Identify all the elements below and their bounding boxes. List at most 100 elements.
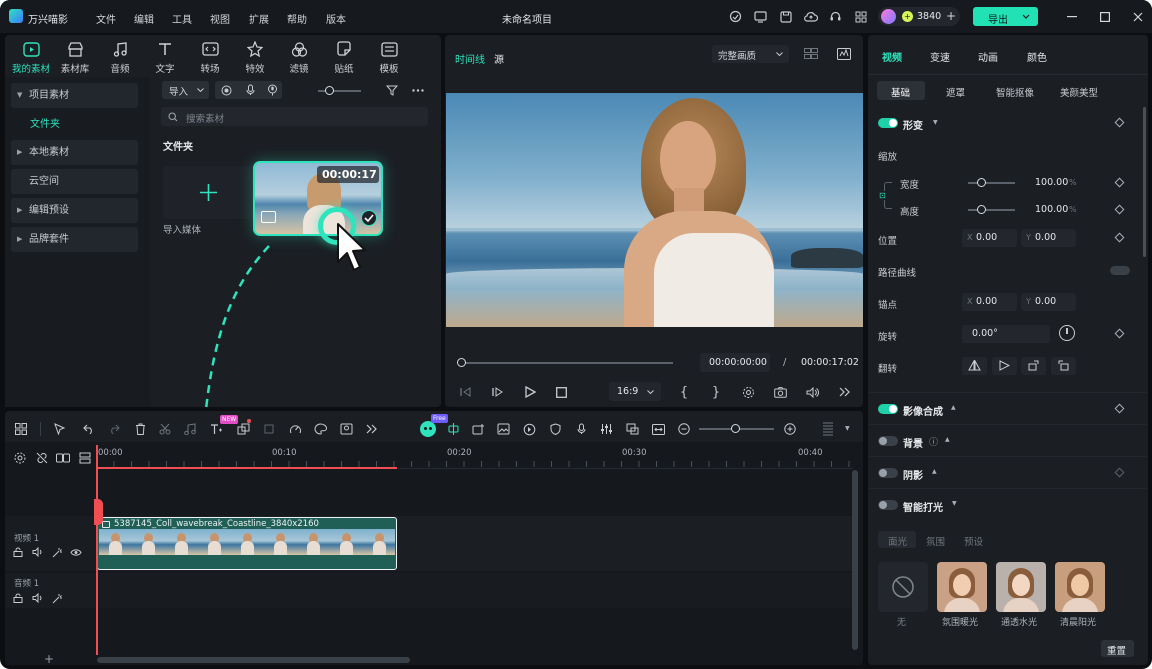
scene-detect-icon[interactable] [624, 421, 640, 437]
subtab-basic[interactable]: 基础 [877, 81, 925, 100]
grid-view-icon[interactable] [803, 46, 819, 61]
width-slider[interactable] [968, 182, 1015, 184]
aspect-ratio-select[interactable]: 16:9 [609, 382, 661, 401]
track-effect-icon[interactable] [49, 544, 65, 560]
record-voice-icon[interactable] [573, 421, 589, 437]
plus-icon[interactable]: + [946, 9, 956, 23]
voiceover-icon[interactable] [265, 83, 279, 97]
subtab-smart-cutout[interactable]: 智能抠像 [996, 85, 1034, 99]
shield-icon[interactable] [547, 421, 563, 437]
menu-extend[interactable]: 扩展 [249, 11, 269, 26]
position-x-field[interactable]: X 0.00 [962, 229, 1017, 247]
rotate-right-button[interactable] [1021, 357, 1046, 375]
menu-tools[interactable]: 工具 [172, 11, 192, 26]
preset-none[interactable] [878, 562, 928, 612]
rotate-left-button[interactable] [1051, 357, 1076, 375]
playback-progress-track[interactable] [461, 362, 673, 364]
width-slider-knob[interactable] [977, 178, 986, 187]
path-curve-toggle[interactable] [1110, 266, 1130, 275]
minimize-icon[interactable] [1064, 9, 1079, 24]
insert-track-icon[interactable] [470, 421, 486, 437]
mark-out-icon[interactable]: } [708, 384, 724, 400]
import-media-tile[interactable] [163, 166, 255, 219]
shadow-toggle[interactable] [878, 468, 898, 478]
more-icon[interactable] [411, 83, 425, 97]
monitor-icon[interactable] [753, 9, 768, 24]
audio-split-icon[interactable] [182, 421, 198, 437]
track-link-icon[interactable] [55, 450, 71, 466]
media-search[interactable]: 搜索素材 [161, 107, 428, 126]
tab-speed[interactable]: 变速 [930, 49, 950, 64]
quality-select[interactable]: 完整画质 [712, 45, 789, 63]
tab-animation[interactable]: 动画 [978, 49, 998, 64]
redo-icon[interactable] [106, 421, 122, 437]
tab-transition[interactable]: 转场 [188, 39, 232, 75]
record-icon[interactable] [219, 83, 233, 97]
unlink-icon[interactable] [34, 450, 50, 466]
preset-warm-ambient[interactable] [937, 562, 987, 612]
add-track-icon[interactable] [77, 450, 93, 466]
tab-text[interactable]: 文字 [143, 39, 187, 75]
microphone-icon[interactable] [243, 83, 257, 97]
light-tab-face[interactable]: 面光 [878, 531, 916, 548]
mark-in-icon[interactable]: { [676, 384, 692, 400]
cloud-upload-icon[interactable] [803, 9, 818, 24]
timeline-vertical-scrollbar[interactable] [852, 470, 858, 650]
menu-edit[interactable]: 编辑 [134, 11, 154, 26]
smart-light-toggle[interactable] [878, 500, 898, 510]
speed-icon[interactable] [287, 421, 303, 437]
caret-down-icon[interactable]: ▼ [952, 500, 957, 507]
timeline-horizontal-scrollbar[interactable] [97, 657, 410, 663]
help-icon[interactable]: ⓘ [929, 435, 938, 448]
search-input[interactable]: 搜索素材 [186, 111, 224, 125]
tree-edit-presets[interactable]: ▶ 编辑预设 [11, 198, 138, 223]
tab-audio[interactable]: 音频 [98, 39, 142, 75]
inspector-scrollbar[interactable] [1143, 107, 1146, 257]
playback-progress-knob[interactable] [457, 358, 466, 367]
preset-clear-water[interactable] [996, 562, 1046, 612]
snapshot-icon[interactable] [772, 384, 788, 400]
transform-toggle[interactable] [878, 118, 898, 128]
tab-source[interactable]: 源 [494, 51, 504, 66]
close-icon[interactable] [1130, 9, 1145, 24]
tree-project-media[interactable]: ▼ 项目素材 [11, 83, 138, 108]
tab-timeline[interactable]: 时间线 [455, 51, 485, 66]
split-icon[interactable] [157, 421, 173, 437]
caret-up-icon[interactable]: ▲ [945, 436, 950, 443]
compositing-toggle[interactable] [878, 404, 898, 414]
anchor-x-field[interactable]: X 0.00 [962, 293, 1017, 311]
thumbnail-size-knob[interactable] [325, 86, 334, 95]
filter-funnel-icon[interactable] [385, 83, 399, 97]
maximize-icon[interactable] [1097, 9, 1112, 24]
volume-icon[interactable] [804, 384, 820, 400]
import-dropdown[interactable]: 导入 [162, 81, 209, 99]
layout-grid-icon[interactable] [13, 421, 29, 437]
play-icon[interactable] [522, 384, 538, 400]
ai-smart-cutout-icon[interactable] [338, 421, 354, 437]
track-effect-icon[interactable] [49, 590, 65, 606]
width-value[interactable]: 100.00 [1035, 177, 1068, 188]
anchor-y-field[interactable]: Y 0.00 [1021, 293, 1076, 311]
undo-icon[interactable] [81, 421, 97, 437]
height-value[interactable]: 100.00 [1035, 204, 1068, 215]
caret-up-icon[interactable]: ▲ [932, 468, 937, 475]
preset-morning-sun[interactable] [1055, 562, 1105, 612]
credits-pill[interactable]: + 3840 + [878, 7, 960, 26]
light-tab-preset[interactable]: 预设 [964, 534, 983, 548]
menu-help[interactable]: 帮助 [287, 11, 307, 26]
tab-color[interactable]: 颜色 [1027, 49, 1047, 64]
position-y-field[interactable]: Y 0.00 [1021, 229, 1076, 247]
preview-video[interactable] [446, 93, 863, 327]
color-match-icon[interactable] [312, 421, 328, 437]
menu-file[interactable]: 文件 [96, 11, 116, 26]
caret-up-icon[interactable]: ▲ [951, 404, 956, 411]
zoom-in-icon[interactable] [782, 421, 798, 437]
menu-version[interactable]: 版本 [326, 11, 346, 26]
light-tab-ambient[interactable]: 氛围 [926, 534, 945, 548]
tree-folder[interactable]: 文件夹 [11, 112, 138, 137]
track-mute-icon[interactable] [29, 544, 45, 560]
tree-brand-kit[interactable]: ▶ 品牌套件 [11, 227, 138, 252]
track-visibility-icon[interactable] [68, 544, 84, 560]
tab-sticker[interactable]: 贴纸 [322, 39, 366, 75]
menu-view[interactable]: 视图 [210, 11, 230, 26]
